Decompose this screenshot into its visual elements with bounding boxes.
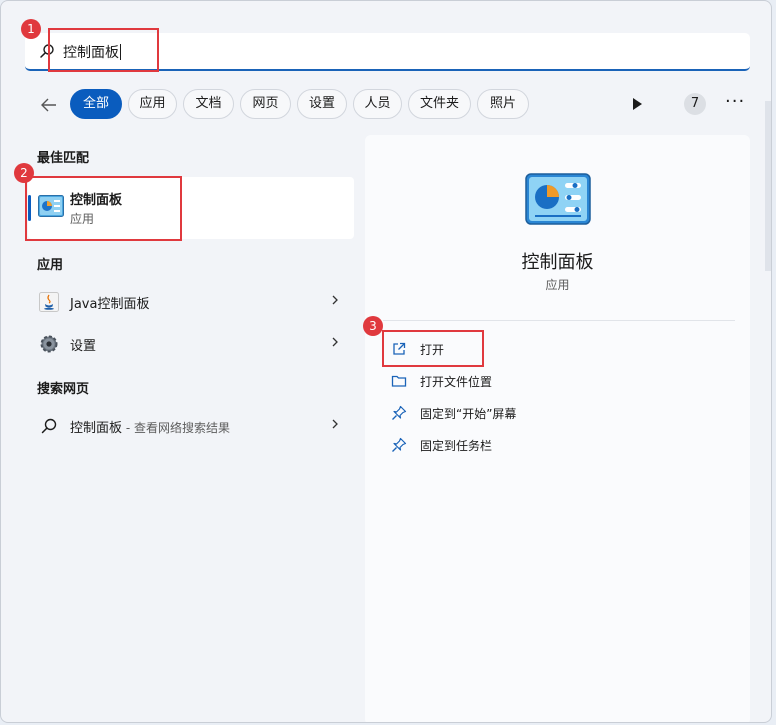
- scrollbar[interactable]: [765, 101, 771, 271]
- action-label: 固定到“开始”屏幕: [420, 407, 517, 421]
- chevron-right-icon[interactable]: [327, 334, 343, 350]
- filter-chip-photos[interactable]: 照片: [477, 89, 529, 119]
- pin-icon: [392, 405, 407, 420]
- filter-bar: 全部 应用 文档 网页 设置 人员 文件夹 照片 7 ···: [1, 89, 771, 121]
- filter-chip-people[interactable]: 人员: [353, 89, 402, 119]
- search-icon: [41, 418, 57, 434]
- gear-icon: [40, 335, 58, 353]
- control-panel-icon: [525, 173, 591, 225]
- folder-icon: [391, 375, 407, 387]
- list-item-java-control-panel[interactable]: Java控制面板: [29, 284, 349, 320]
- filter-chip-apps[interactable]: 应用: [128, 89, 177, 119]
- chevron-right-icon[interactable]: [327, 292, 343, 308]
- pin-icon: [392, 437, 407, 452]
- annotation-box-2: [25, 176, 182, 241]
- action-label: 固定到任务栏: [420, 439, 493, 453]
- list-item-label: 设置: [70, 339, 97, 354]
- chevron-right-icon[interactable]: [327, 416, 343, 432]
- list-item-web-search[interactable]: 控制面板 - 查看网络搜索结果: [29, 408, 349, 444]
- more-options-icon[interactable]: ···: [725, 91, 745, 112]
- filter-chip-web[interactable]: 网页: [240, 89, 291, 119]
- best-match-heading: 最佳匹配: [37, 151, 90, 166]
- annotation-box-1: [48, 28, 159, 72]
- annotation-badge-2: 2: [14, 163, 34, 183]
- filter-chip-settings[interactable]: 设置: [297, 89, 347, 119]
- detail-subtitle: 应用: [545, 278, 570, 292]
- action-label: 打开文件位置: [420, 375, 493, 389]
- annotation-box-3: [382, 330, 484, 367]
- play-icon[interactable]: [633, 98, 642, 110]
- filter-chip-folders[interactable]: 文件夹: [408, 89, 471, 119]
- web-search-heading: 搜索网页: [37, 382, 90, 397]
- action-pin-to-start[interactable]: 固定到“开始”屏幕: [387, 399, 687, 427]
- count-badge[interactable]: 7: [684, 93, 706, 115]
- apps-heading: 应用: [37, 258, 64, 273]
- java-icon: [39, 292, 59, 312]
- annotation-badge-3: 3: [363, 316, 383, 336]
- search-window: 控制面板 全部 应用 文档 网页 设置 人员 文件夹 照片 7 ··· 最佳匹配: [0, 0, 772, 723]
- filter-chip-documents[interactable]: 文档: [183, 89, 234, 119]
- back-arrow-icon[interactable]: [39, 95, 59, 115]
- divider: [383, 320, 735, 321]
- detail-pane: 控制面板 应用 打开 打开文件位置 固定到“开始”屏幕 固定到任务栏: [365, 135, 750, 722]
- list-item-label: 控制面板 - 查看网络搜索结果: [70, 421, 230, 436]
- list-item-settings[interactable]: 设置: [29, 326, 349, 362]
- web-search-suffix: - 查看网络搜索结果: [122, 421, 230, 435]
- action-pin-to-taskbar[interactable]: 固定到任务栏: [387, 431, 687, 459]
- list-item-label: Java控制面板: [70, 297, 150, 312]
- action-open-file-location[interactable]: 打开文件位置: [387, 367, 687, 395]
- detail-title: 控制面板: [521, 252, 594, 273]
- annotation-badge-1: 1: [21, 19, 41, 39]
- filter-chip-all[interactable]: 全部: [70, 89, 122, 119]
